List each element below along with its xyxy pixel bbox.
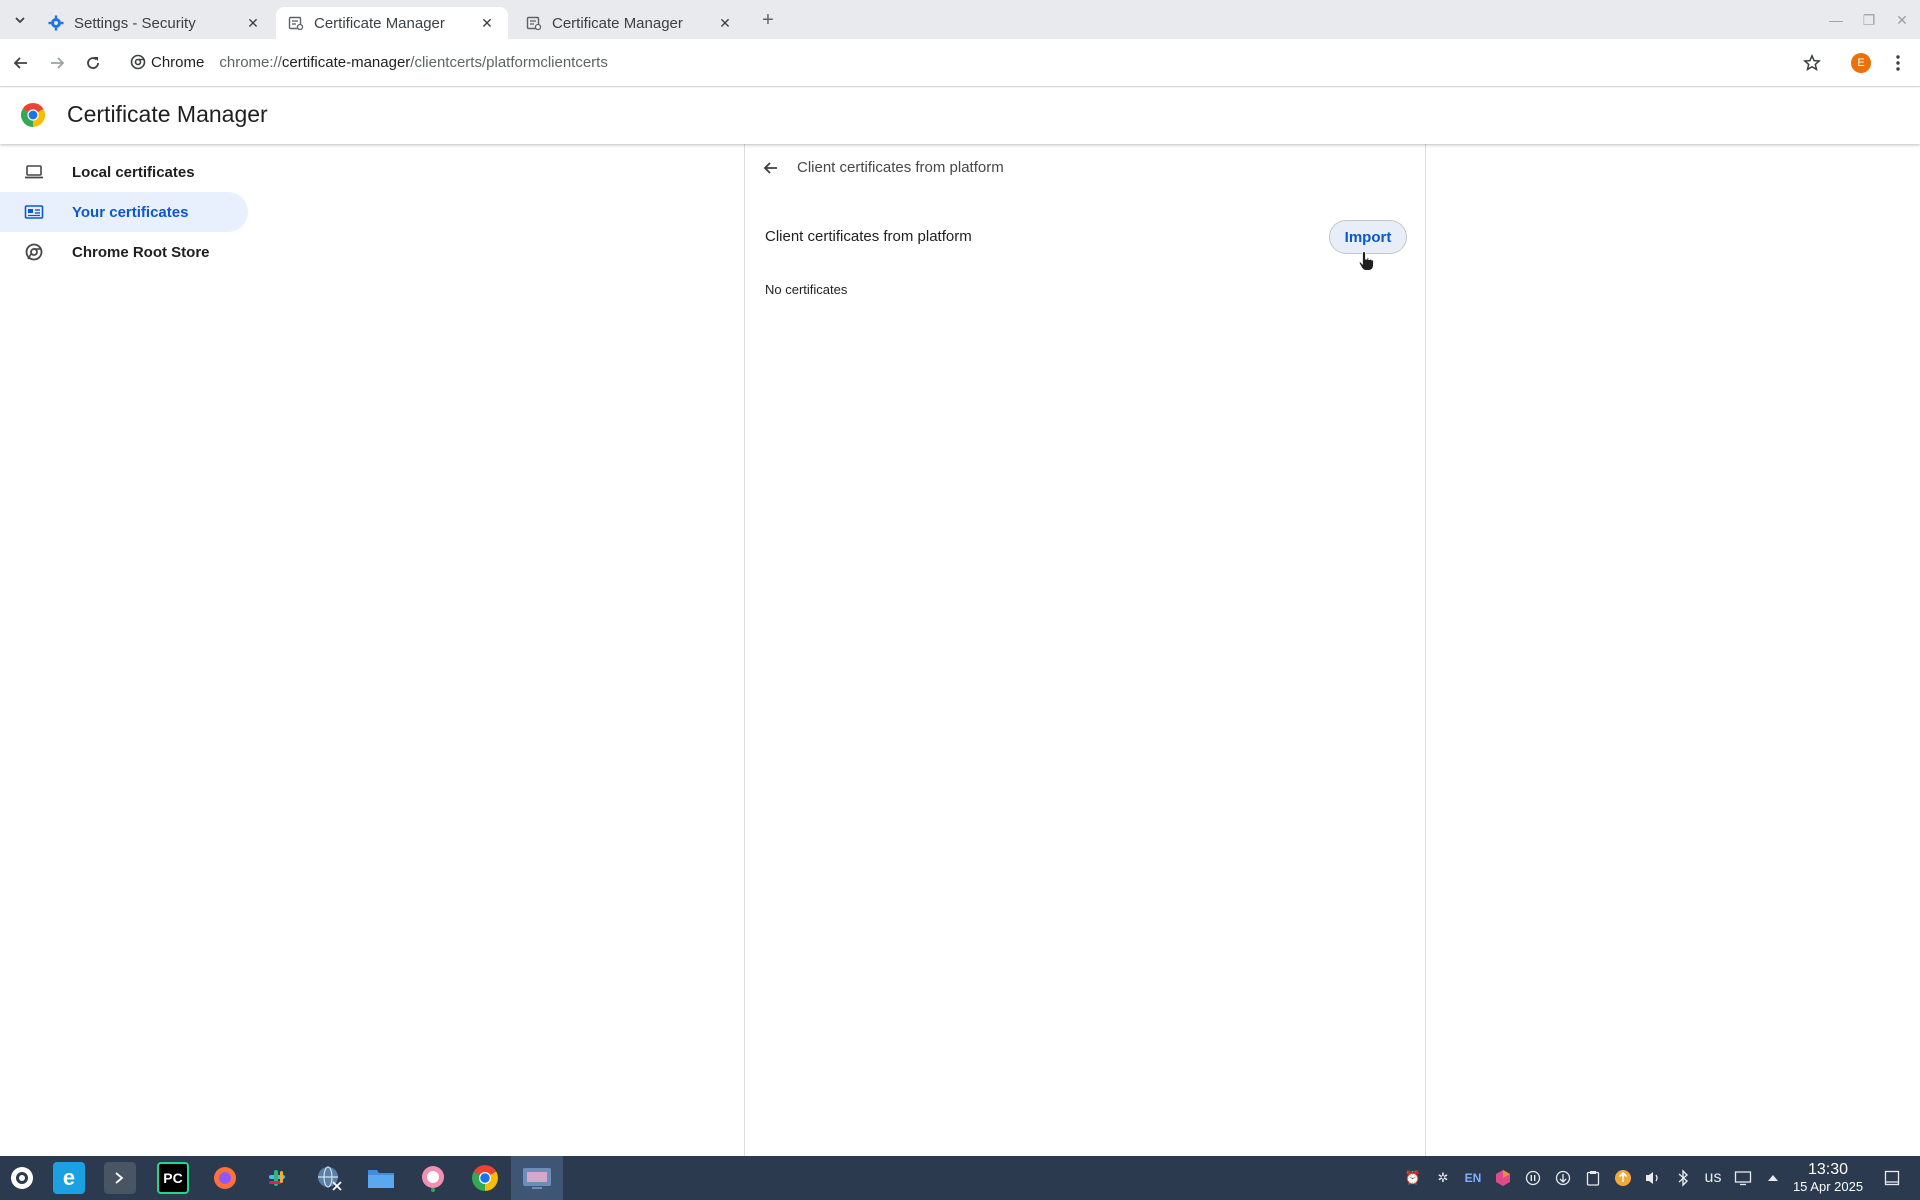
subpage-title: Client certificates from platform [797, 159, 1004, 176]
tab-title: Certificate Manager [314, 14, 445, 32]
url-scheme: chrome:// [219, 53, 282, 71]
tray-expand-icon[interactable] [1763, 1168, 1783, 1188]
display-icon[interactable] [1733, 1168, 1753, 1188]
pycharm-icon[interactable]: PC [157, 1162, 189, 1194]
id-card-icon [24, 202, 44, 222]
volume-icon[interactable] [1643, 1168, 1663, 1188]
screen-app-icon[interactable] [521, 1162, 553, 1194]
firefox-icon[interactable] [209, 1162, 241, 1194]
tab-strip: Settings - Security ✕ Certificate Manage… [0, 0, 1920, 39]
settings-tray-icon[interactable]: ✲ [1433, 1168, 1453, 1188]
certificate-icon [288, 15, 304, 31]
sidebar-item-label: Chrome Root Store [72, 243, 210, 261]
sidebar-nav: Local certificates Your certificates Chr… [0, 152, 260, 272]
new-tab-button[interactable]: + [756, 8, 780, 32]
profile-avatar[interactable]: E [1851, 53, 1871, 73]
sidebar-item-your-certificates[interactable]: Your certificates [0, 192, 248, 232]
tab-settings-security[interactable]: Settings - Security ✕ [36, 7, 274, 39]
clock-date: 15 Apr 2025 [1792, 1179, 1864, 1194]
clock-time: 13:30 [1807, 1161, 1849, 1178]
empty-state-text: No certificates [765, 282, 848, 297]
system-clock[interactable]: 13:30 15 Apr 2025 [1790, 1161, 1866, 1194]
app-tray-icon[interactable] [1493, 1168, 1513, 1188]
close-window-icon[interactable]: ✕ [1892, 10, 1912, 30]
pause-icon[interactable] [1523, 1168, 1543, 1188]
keyboard-layout-indicator[interactable]: us [1703, 1168, 1723, 1188]
bookmark-star-icon[interactable] [1799, 50, 1825, 76]
terminal-icon[interactable] [104, 1162, 136, 1194]
show-desktop-icon[interactable] [1882, 1168, 1902, 1188]
gear-icon [48, 15, 64, 31]
sidebar-item-local-certificates[interactable]: Local certificates [0, 152, 248, 192]
sidebar-item-label: Your certificates [72, 203, 189, 221]
reload-icon[interactable] [80, 50, 106, 76]
files-icon[interactable] [365, 1162, 397, 1194]
chip-label: Chrome [151, 53, 205, 71]
minimize-icon[interactable]: — [1826, 10, 1846, 30]
chrome-site-chip[interactable]: Chrome [130, 54, 204, 71]
chat-icon[interactable] [417, 1162, 449, 1194]
edge-icon[interactable]: e [53, 1162, 85, 1194]
hand-cursor-icon [1358, 250, 1376, 272]
chrome-icon[interactable] [469, 1162, 501, 1194]
slack-icon[interactable] [261, 1162, 293, 1194]
tab-certificate-manager-active[interactable]: Certificate Manager ✕ [276, 7, 508, 39]
back-arrow-icon[interactable] [8, 50, 34, 76]
clipboard-icon[interactable] [1583, 1168, 1603, 1188]
sidebar-item-label: Local certificates [72, 163, 195, 181]
network-tool-icon[interactable] [313, 1162, 345, 1194]
launcher-icon[interactable] [6, 1162, 38, 1194]
tab-search-chevron-icon[interactable] [8, 8, 32, 32]
notification-icon[interactable]: ⏰ [1403, 1168, 1423, 1188]
certificate-icon [526, 15, 542, 31]
url-path: /clientcerts/platformclientcerts [410, 53, 608, 71]
tab-certificate-manager[interactable]: Certificate Manager ✕ [514, 7, 746, 39]
laptop-icon [24, 162, 44, 182]
more-menu-icon[interactable] [1885, 50, 1911, 76]
update-icon[interactable] [1613, 1168, 1633, 1188]
forward-arrow-icon[interactable] [44, 50, 70, 76]
app-header: Certificate Manager [0, 88, 1920, 144]
certificates-card: Client certificates from platform Client… [744, 144, 1426, 1156]
url-text[interactable]: chrome://certificate-manager/clientcerts… [219, 54, 608, 71]
chrome-icon [130, 54, 146, 70]
address-bar[interactable]: Chrome chrome://certificate-manager/clie… [122, 44, 1822, 80]
url-host: certificate-manager [281, 53, 411, 71]
tab-title: Settings - Security [74, 14, 196, 32]
back-arrow-icon[interactable] [759, 156, 783, 180]
section-title: Client certificates from platform [765, 228, 972, 245]
language-indicator[interactable]: EN [1463, 1168, 1483, 1188]
import-button[interactable]: Import [1329, 220, 1407, 254]
chrome-icon [24, 242, 44, 262]
sidebar-item-chrome-root-store[interactable]: Chrome Root Store [0, 232, 248, 272]
restore-icon[interactable]: ❐ [1859, 10, 1879, 30]
chrome-logo-icon [20, 102, 46, 128]
close-icon[interactable]: ✕ [244, 14, 262, 32]
bluetooth-icon[interactable] [1673, 1168, 1693, 1188]
close-icon[interactable]: ✕ [478, 14, 496, 32]
page-title: Certificate Manager [67, 101, 268, 127]
os-taskbar: e PC ⏰ ✲ EN us 13:30 15 Apr 2025 [0, 1156, 1920, 1200]
vpn-icon[interactable] [1553, 1168, 1573, 1188]
browser-toolbar: Chrome chrome://certificate-manager/clie… [0, 39, 1920, 87]
tab-title: Certificate Manager [552, 14, 683, 32]
close-icon[interactable]: ✕ [716, 14, 734, 32]
